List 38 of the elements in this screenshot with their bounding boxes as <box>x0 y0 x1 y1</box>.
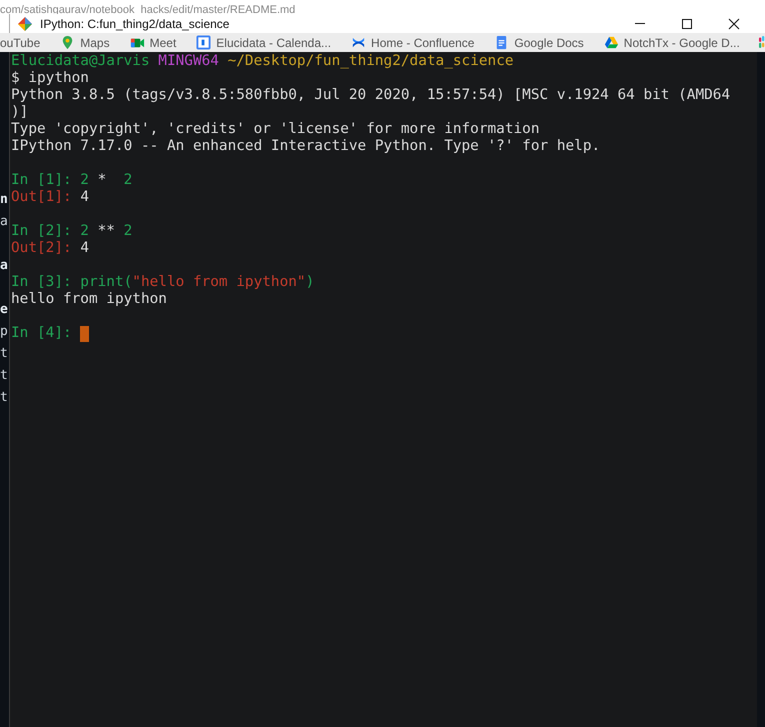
window-title: IPython: C:fun_thing2/data_science <box>40 16 230 30</box>
page-text: p <box>0 324 8 339</box>
bookmark-link[interactable]: NotchTx - Google D... <box>624 36 740 50</box>
page-heading-text: n <box>0 192 8 207</box>
close-icon <box>728 18 740 30</box>
terminal-line: IPython 7.17.0 -- An enhanced Interactive Python. Type '?' for help. <box>11 138 600 155</box>
maximize-icon <box>680 18 692 30</box>
terminal-line: In [2]: 2 ** 2 <box>11 223 132 240</box>
terminal-line: )] <box>11 104 28 121</box>
diamond-icon <box>18 16 32 30</box>
terminal-line: $ ipython <box>11 70 89 87</box>
bookmark-link[interactable]: Home - Confluence <box>371 36 474 50</box>
terminal-line: hello from ipython <box>11 291 167 308</box>
terminal-line: In [4]: <box>11 325 73 342</box>
bookmark-link[interactable]: ouTube <box>0 36 40 50</box>
page-heading-text: a <box>0 258 8 273</box>
terminal-line: Out[1]: 4 <box>11 189 89 206</box>
page-heading-text: e <box>0 302 8 317</box>
cross-icon <box>351 35 366 50</box>
page-text: t <box>0 390 8 405</box>
grid-icon <box>759 35 765 49</box>
page-text: t <box>0 368 8 383</box>
terminal-line: Out[2]: 4 <box>11 240 89 257</box>
page-text: a <box>0 214 8 229</box>
calendar-icon <box>196 35 212 50</box>
bookmark-link[interactable]: Maps <box>80 36 110 50</box>
bookmark-link[interactable]: Elucidata - Calenda... <box>216 36 332 50</box>
address-text: com/satishgaurav/notebook_hacks/edit/master/README.md <box>0 4 296 17</box>
terminal-line: Elucidata@Jarvis MINGW64 ~/Desktop/fun_thing2/data_science <box>11 53 514 70</box>
bookmark-link[interactable]: Google Docs <box>514 36 584 50</box>
bookmark-link[interactable]: Meet <box>150 36 176 50</box>
terminal-line: In [1]: 2 * 2 <box>11 172 132 189</box>
terminal-line: In [3]: print("hello from ipython") <box>11 274 314 291</box>
page-text: t <box>0 346 8 361</box>
triangle-icon <box>604 35 619 50</box>
terminal-line: Python 3.8.5 (tags/v3.8.5:580fbb0, Jul 20 2020, 15:57:54) [MSC v.1924 64 bit (AMD64 <box>11 87 730 104</box>
minimize-icon <box>634 23 644 24</box>
terminal-line: Type 'copyright', 'credits' or 'license' for more information <box>11 121 540 138</box>
